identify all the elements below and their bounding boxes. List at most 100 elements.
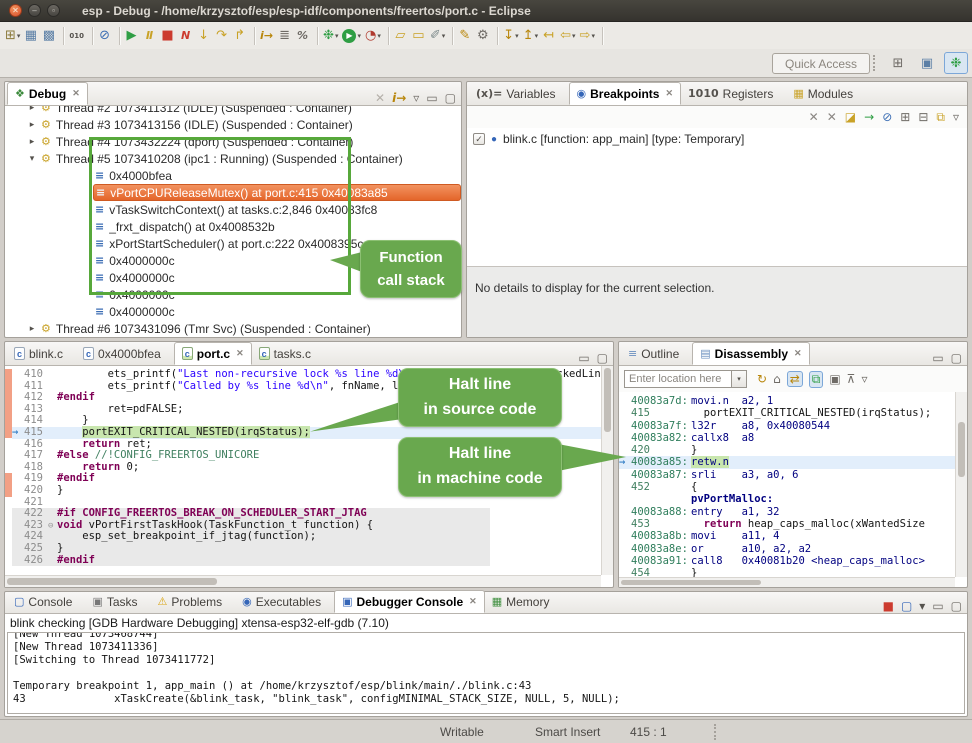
editor-vertical-scrollbar[interactable] — [601, 366, 613, 575]
toolbar-button[interactable]: ■ — [160, 25, 178, 46]
editor-horizontal-scrollbar[interactable] — [5, 575, 601, 587]
code-line[interactable]: 424 esp_set_breakpoint_if_jtag(function)… — [12, 531, 490, 543]
scrollbar-thumb[interactable] — [604, 368, 611, 432]
tab-debug[interactable]: ❖ Debug ✕ — [7, 82, 88, 105]
view-toolbar-icon[interactable]: ✕ — [827, 110, 837, 124]
editor-tab[interactable]: c tasks.c — [252, 342, 324, 365]
perspective-button[interactable]: ❉ — [944, 52, 968, 74]
view-toolbar-icon[interactable]: ▭ — [578, 351, 589, 365]
view-toolbar-icon[interactable]: ■ — [883, 599, 894, 613]
toolbar-button[interactable]: ▶ — [124, 25, 142, 46]
tab-close-icon[interactable]: ✕ — [236, 348, 244, 359]
disassembly-horizontal-scrollbar[interactable] — [619, 577, 955, 587]
disassembly-line[interactable]: 420} — [619, 444, 955, 456]
breakpoint-checkbox[interactable]: ✓ — [473, 133, 485, 145]
view-toolbar-icon[interactable]: ▾ — [919, 599, 925, 613]
view-toolbar-icon[interactable]: ▢ — [951, 599, 962, 613]
disassembly-line[interactable]: pvPortMalloc: — [619, 493, 955, 505]
disassembly-line[interactable]: 40083a87:srli a3, a0, 6 — [619, 469, 955, 481]
view-toolbar-icon[interactable]: i→ — [392, 91, 406, 105]
toolbar-button[interactable]: ⚙ — [475, 25, 493, 46]
tab[interactable]: ▣ Tasks — [85, 590, 150, 613]
chevron-down-icon[interactable]: ▾ — [377, 32, 381, 40]
tab[interactable]: ▣ Debugger Console ✕ — [334, 590, 485, 613]
view-toolbar-icon[interactable]: ▿ — [953, 110, 959, 124]
view-toolbar-icon[interactable]: ⧉ — [936, 110, 945, 125]
view-toolbar-icon[interactable]: ▭ — [426, 91, 437, 105]
toolbar-button[interactable]: ✐▾ — [429, 25, 448, 46]
disassembly-line[interactable]: 40083a91:call8 0x40081b20 <heap_caps_mal… — [619, 555, 955, 567]
chevron-down-icon[interactable]: ▾ — [442, 32, 446, 40]
chevron-down-icon[interactable]: ▾ — [591, 32, 595, 40]
scrollbar-thumb[interactable] — [7, 578, 217, 585]
toolbar-button[interactable]: ⇨▾ — [579, 25, 598, 46]
chevron-down-icon[interactable]: ▾ — [335, 32, 339, 40]
view-toolbar-icon[interactable]: ▢ — [951, 351, 962, 365]
tab[interactable]: ⚠ Problems — [151, 590, 236, 613]
location-input[interactable]: Enter location here — [624, 370, 732, 388]
editor-tab[interactable]: c blink.c — [7, 342, 76, 365]
editor-tab[interactable]: c 0x4000bfea — [76, 342, 174, 365]
view-toolbar-icon[interactable]: ▢ — [597, 351, 608, 365]
tab-close-icon[interactable]: ✕ — [72, 88, 80, 99]
view-toolbar-icon[interactable]: ⊼ — [847, 372, 856, 386]
disassembly-line[interactable]: 453 return heap_caps_malloc(xWantedSize — [619, 518, 955, 530]
tab[interactable]: (x)= Variables — [469, 82, 569, 105]
view-toolbar-icon[interactable]: ⊘ — [882, 110, 892, 124]
tab-close-icon[interactable]: ✕ — [665, 88, 673, 99]
toolbar-button[interactable]: ⊘ — [97, 25, 115, 46]
disassembly-vertical-scrollbar[interactable] — [955, 392, 967, 577]
toolbar-button[interactable]: ▱ — [393, 25, 411, 46]
debug-tree-row[interactable]: ≡ 0x4000bfea — [5, 167, 461, 184]
disassembly-line[interactable]: →40083a85:retw.n — [619, 456, 955, 468]
location-dropdown-icon[interactable]: ▾ — [732, 370, 747, 388]
tab[interactable]: ▦ Memory — [485, 590, 563, 613]
toolbar-button[interactable]: ▭ — [411, 25, 429, 46]
quick-access-button[interactable]: Quick Access — [772, 53, 870, 74]
perspective-button[interactable]: ▣ — [915, 52, 939, 74]
view-toolbar-icon[interactable]: ▿ — [861, 372, 867, 386]
toolbar-button[interactable]: N — [178, 25, 196, 46]
toolbar-button[interactable]: ↧▾ — [502, 25, 521, 46]
tab[interactable]: ◉ Executables — [235, 590, 334, 613]
window-maximize-icon[interactable]: ▫ — [47, 4, 60, 17]
disassembly-line[interactable]: 40083a8b:movi a11, 4 — [619, 530, 955, 542]
view-toolbar-icon[interactable]: ✕ — [809, 110, 819, 124]
tab[interactable]: ▤ Disassembly ✕ — [692, 342, 809, 365]
view-toolbar-icon[interactable]: ⧉ — [809, 371, 824, 388]
toolbar-button[interactable]: ▦ — [23, 25, 41, 46]
toolbar-drag-handle[interactable] — [873, 55, 877, 71]
editor-tab[interactable]: c port.c ✕ — [174, 342, 252, 365]
statusbar-drag-handle[interactable] — [714, 724, 718, 740]
cursor-position[interactable]: 415 : 1 — [630, 725, 667, 739]
disassembly-line[interactable]: 415 portEXIT_CRITICAL_NESTED(irqStatus); — [619, 407, 955, 419]
disassembly-line[interactable]: 454} — [619, 567, 955, 577]
view-toolbar-icon[interactable]: ▢ — [445, 91, 456, 105]
toolbar-button[interactable]: % — [295, 25, 313, 46]
console-output[interactable]: [New Thread 1073468744][New Thread 10734… — [7, 632, 965, 714]
view-toolbar-icon[interactable]: ✕ — [375, 91, 385, 105]
view-toolbar-icon[interactable]: ▣ — [829, 372, 840, 386]
scrollbar-thumb[interactable] — [958, 422, 965, 477]
toolbar-button[interactable]: Ⅱ — [142, 25, 160, 46]
disassembly-line[interactable]: 40083a7d:movi.n a2, 1 — [619, 395, 955, 407]
view-toolbar-icon[interactable]: ↻ — [757, 372, 767, 386]
expand-arrow-icon[interactable]: ▸ — [25, 106, 39, 113]
chevron-down-icon[interactable]: ▾ — [515, 32, 519, 40]
disassembly-code-area[interactable]: 40083a7d:movi.n a2, 1 415 portEXIT_CRITI… — [619, 392, 955, 577]
disassembly-line[interactable]: 40083a8e:or a10, a2, a2 — [619, 543, 955, 555]
view-toolbar-icon[interactable]: ▭ — [932, 351, 943, 365]
toolbar-button[interactable]: ↷ — [214, 25, 232, 46]
tab[interactable]: ◉ Breakpoints ✕ — [569, 82, 682, 105]
disassembly-line[interactable]: 40083a82:callx8 a8 — [619, 432, 955, 444]
view-toolbar-icon[interactable]: ⇄ — [787, 371, 803, 387]
debug-tree-row[interactable]: ≡ 0x4000000c — [5, 303, 461, 320]
tab-close-icon[interactable]: ✕ — [794, 348, 802, 359]
disassembly-line[interactable]: 452{ — [619, 481, 955, 493]
perspective-button[interactable]: ⊞ — [886, 52, 910, 74]
toolbar-button[interactable]: i→ — [259, 25, 277, 46]
view-toolbar-icon[interactable]: ▢ — [901, 599, 912, 613]
chevron-down-icon[interactable]: ▾ — [572, 32, 576, 40]
toolbar-button[interactable]: ↱ — [232, 25, 250, 46]
toolbar-button[interactable]: ↓ — [196, 25, 214, 46]
